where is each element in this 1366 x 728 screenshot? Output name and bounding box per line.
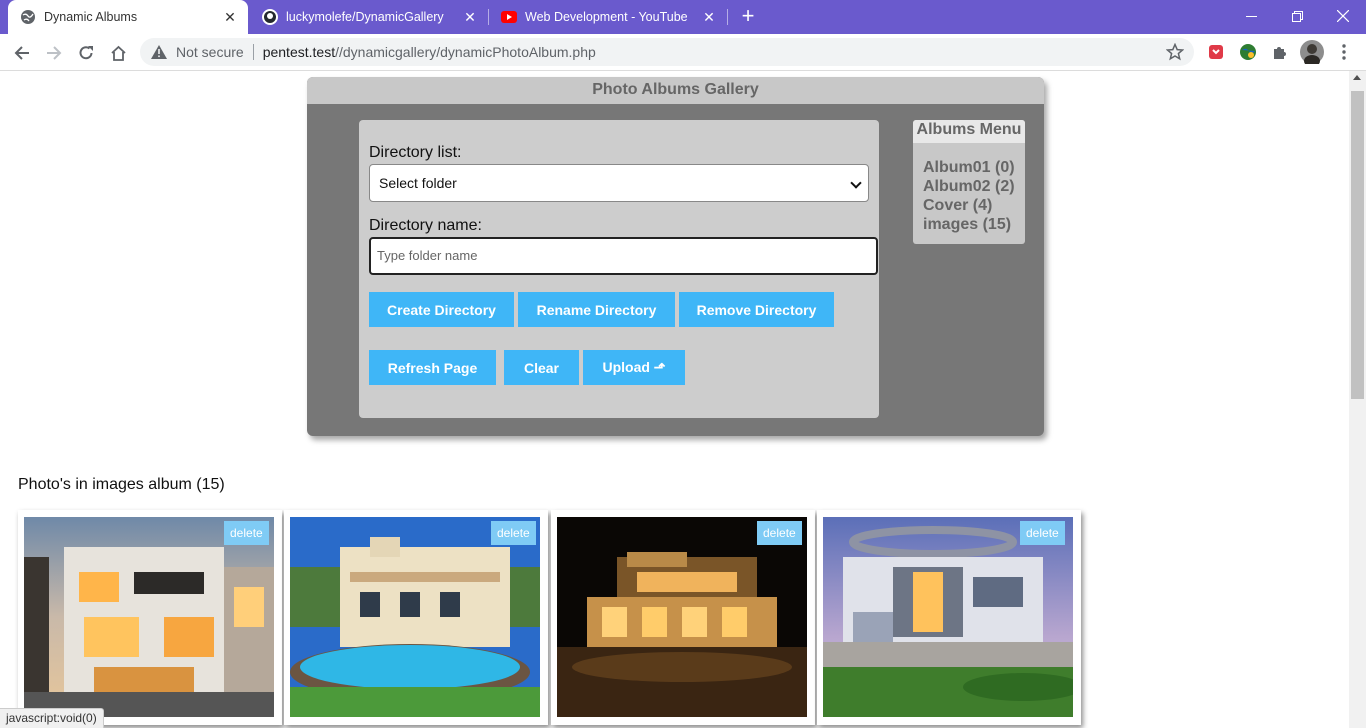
directory-panel: Directory list: Select folder Directory … [359, 120, 879, 418]
directory-name-placeholder: Type folder name [377, 248, 478, 263]
divider [252, 44, 254, 60]
photo-image[interactable] [823, 517, 1073, 717]
tab-dynamic-albums[interactable]: Dynamic Albums ✕ [8, 0, 248, 34]
albums-menu-title: Albums Menu [913, 120, 1025, 143]
directory-name-input[interactable]: Type folder name [369, 237, 878, 275]
chevron-down-icon [850, 177, 862, 189]
url-host: pentest.test [262, 44, 336, 60]
directory-select-value: Select folder [379, 175, 457, 191]
status-bar: javascript:void(0) [0, 708, 104, 728]
album-link-images[interactable]: images (15) [923, 216, 1011, 234]
tab-title: Dynamic Albums [44, 10, 138, 24]
close-icon[interactable]: ✕ [222, 9, 238, 25]
minimize-icon[interactable] [1228, 0, 1274, 32]
address-bar[interactable]: Not secure pentest.test //dynamicgallery… [140, 38, 1194, 66]
tab-github[interactable]: luckymolefe/DynamicGallery ✕ [250, 0, 488, 34]
photo-card[interactable]: delete [18, 510, 282, 725]
create-directory-button[interactable]: Create Directory [369, 292, 514, 327]
warning-icon[interactable] [151, 44, 167, 60]
security-label: Not secure [176, 44, 244, 60]
globe-extension-icon[interactable] [1238, 42, 1258, 62]
delete-photo-button[interactable]: delete [757, 521, 802, 545]
restore-icon[interactable] [1274, 0, 1320, 32]
home-icon[interactable] [104, 39, 132, 67]
url-path: //dynamicgallery/dynamicPhotoAlbum.php [335, 44, 596, 60]
tab-title: luckymolefe/DynamicGallery [286, 10, 444, 24]
new-tab-button[interactable]: + [736, 5, 760, 28]
photo-card[interactable]: delete [551, 510, 815, 725]
clear-button[interactable]: Clear [504, 350, 579, 385]
albums-menu: Albums Menu Album01 (0) Album02 (2) Cove… [913, 120, 1025, 244]
tab-youtube[interactable]: Web Development - YouTube ✕ [489, 0, 727, 34]
photos-heading: Photo's in images album (15) [18, 476, 225, 493]
photo-image[interactable] [290, 517, 540, 717]
tab-separator [727, 9, 728, 25]
photo-card[interactable]: delete [817, 510, 1081, 725]
album-link-cover[interactable]: Cover (4) [923, 197, 992, 215]
page-scrollbar[interactable] [1349, 71, 1366, 728]
directory-select[interactable]: Select folder [369, 164, 869, 202]
album-link-album02[interactable]: Album02 (2) [923, 178, 1015, 196]
close-icon[interactable]: ✕ [462, 9, 478, 25]
photo-image[interactable] [24, 517, 274, 717]
browser-tab-strip: Dynamic Albums ✕ luckymolefe/DynamicGall… [0, 0, 1366, 34]
youtube-icon [501, 9, 517, 25]
rename-directory-button[interactable]: Rename Directory [518, 292, 675, 327]
photo-card[interactable]: delete [284, 510, 548, 725]
browser-toolbar: Not secure pentest.test //dynamicgallery… [0, 34, 1366, 71]
remove-directory-button[interactable]: Remove Directory [679, 292, 834, 327]
back-arrow-icon[interactable] [8, 39, 36, 67]
globe-icon [20, 9, 36, 25]
github-icon [262, 9, 278, 25]
refresh-page-button[interactable]: Refresh Page [369, 350, 496, 385]
menu-dots-icon[interactable] [1334, 42, 1354, 62]
delete-photo-button[interactable]: delete [1020, 521, 1065, 545]
gallery-title: Photo Albums Gallery [307, 77, 1044, 104]
forward-arrow-icon[interactable] [40, 39, 68, 67]
close-window-icon[interactable] [1320, 0, 1366, 32]
delete-photo-button[interactable]: delete [224, 521, 269, 545]
extensions-puzzle-icon[interactable] [1270, 42, 1290, 62]
tab-title: Web Development - YouTube [525, 10, 688, 24]
scrollbar-thumb[interactable] [1351, 91, 1364, 399]
album-link-album01[interactable]: Album01 (0) [923, 159, 1015, 177]
directory-list-label: Directory list: [369, 144, 462, 161]
close-icon[interactable]: ✕ [701, 9, 717, 25]
bookmark-star-icon[interactable] [1165, 42, 1185, 61]
pocket-extension-icon[interactable] [1206, 42, 1226, 62]
directory-name-label: Directory name: [369, 217, 482, 234]
photo-image[interactable] [557, 517, 807, 717]
scroll-up-arrow-icon[interactable] [1353, 75, 1361, 80]
upload-button[interactable]: Upload ⬏ [583, 350, 685, 385]
reload-icon[interactable] [72, 39, 100, 67]
profile-avatar[interactable] [1300, 40, 1324, 64]
delete-photo-button[interactable]: delete [491, 521, 536, 545]
